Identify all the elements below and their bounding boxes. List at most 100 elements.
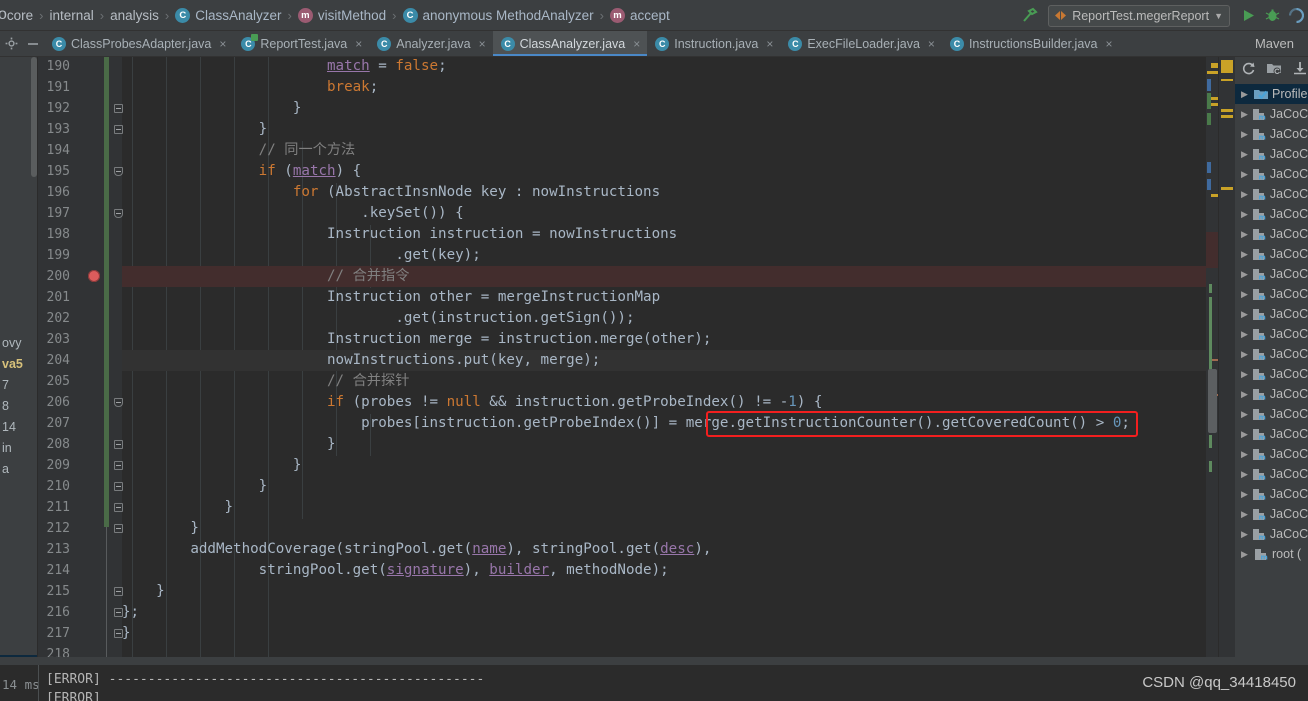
code-line[interactable]: Instruction merge = instruction.merge(ot… — [122, 329, 1218, 350]
minimize-icon[interactable] — [22, 31, 44, 56]
editor-gutter[interactable]: 190 191 192 193 194 195 196 197 198 199 200 201 202 2… — [38, 57, 123, 657]
maven-goal-row[interactable]: ▶ m JaCoC — [1235, 404, 1308, 424]
folder-refresh-icon[interactable] — [1266, 61, 1282, 81]
expand-arrow-icon[interactable]: ▶ — [1241, 269, 1248, 280]
breadcrumb-item-internal[interactable]: internal — [50, 8, 94, 23]
maven-goal-row[interactable]: ▶ m JaCoC — [1235, 104, 1308, 124]
close-icon[interactable]: × — [633, 37, 640, 51]
line-number[interactable]: 199 — [38, 245, 70, 266]
expand-arrow-icon[interactable]: ▶ — [1241, 489, 1248, 500]
build-hammer-icon[interactable] — [1016, 3, 1042, 29]
close-icon[interactable]: × — [479, 37, 486, 51]
expand-arrow-icon[interactable]: ▶ — [1241, 309, 1248, 320]
code-line[interactable]: }; — [122, 602, 1218, 623]
maven-goal-row[interactable]: ▶ m JaCoC — [1235, 384, 1308, 404]
maven-goal-row[interactable]: ▶ m JaCoC — [1235, 184, 1308, 204]
line-number[interactable]: 202 — [38, 308, 70, 329]
breadcrumb-item-anonymous-methodanalyzer[interactable]: Canonymous MethodAnalyzer — [402, 7, 594, 23]
maven-goal-row[interactable]: ▶ m JaCoC — [1235, 284, 1308, 304]
line-number[interactable]: 200 — [38, 266, 70, 287]
breadcrumb-item-core[interactable]: core — [7, 8, 33, 23]
line-number[interactable]: 218 — [38, 644, 70, 657]
left-panel-item[interactable]: in — [0, 438, 37, 459]
expand-arrow-icon[interactable]: ▶ — [1241, 129, 1248, 140]
line-number[interactable]: 207 — [38, 413, 70, 434]
code-line[interactable]: } — [122, 455, 1218, 476]
maven-goals-list[interactable]: ▶ Profile ▶ m JaCoC ▶ m JaCoC ▶ m JaCoC ▶ m JaCoC ▶ m Ja… — [1235, 84, 1308, 657]
debug-icon[interactable] — [1260, 3, 1284, 29]
editor-tab-analyzer[interactable]: C Analyzer.java × — [369, 31, 492, 56]
maven-goal-row[interactable]: ▶ m JaCoC — [1235, 344, 1308, 364]
editor-tab-execfileloader[interactable]: C ExecFileLoader.java × — [780, 31, 942, 56]
line-number[interactable]: 191 — [38, 77, 70, 98]
code-line[interactable]: } — [122, 623, 1218, 644]
breadcrumb-item-analysis[interactable]: analysis — [110, 8, 159, 23]
line-number[interactable]: 206 — [38, 392, 70, 413]
line-number[interactable]: 209 — [38, 455, 70, 476]
maven-goal-row[interactable]: ▶ Profile — [1235, 84, 1308, 104]
line-number[interactable]: 192 — [38, 98, 70, 119]
left-panel-item[interactable]: 8 — [0, 396, 37, 417]
breadcrumb-item-classanalyzer[interactable]: C ClassAnalyzer — [175, 7, 282, 23]
close-icon[interactable]: × — [355, 37, 362, 51]
line-number[interactable]: 213 — [38, 539, 70, 560]
code-line[interactable]: } — [122, 581, 1218, 602]
maven-goal-row[interactable]: ▶ m JaCoC — [1235, 164, 1308, 184]
maven-goal-row[interactable]: ▶ m JaCoC — [1235, 224, 1308, 244]
breadcrumb[interactable]: o core › internal › analysis › C ClassAnalyzer › m… — [0, 6, 670, 24]
editor-tab-instruction[interactable]: C Instruction.java × — [647, 31, 780, 56]
code-line[interactable]: // 合并指令 — [122, 266, 1218, 287]
expand-arrow-icon[interactable]: ▶ — [1241, 149, 1248, 160]
left-panel-item[interactable]: 7 — [0, 375, 37, 396]
left-side-panel[interactable]: ovy va5 7 8 14 in a — [0, 57, 38, 657]
code-line[interactable]: addMethodCoverage(stringPool.get(name), … — [122, 539, 1218, 560]
coverage-icon[interactable] — [1284, 3, 1308, 29]
run-configuration-selector[interactable]: ReportTest.megerReport ▼ — [1048, 4, 1230, 27]
code-line[interactable]: .get(instruction.getSign()); — [122, 308, 1218, 329]
line-number[interactable]: 203 — [38, 329, 70, 350]
expand-arrow-icon[interactable]: ▶ — [1241, 349, 1248, 360]
expand-arrow-icon[interactable]: ▶ — [1241, 389, 1248, 400]
close-icon[interactable]: × — [928, 37, 935, 51]
left-panel-item[interactable]: ovy — [0, 333, 37, 354]
chevron-down-icon[interactable]: ▼ — [1214, 11, 1223, 21]
expand-arrow-icon[interactable]: ▶ — [1241, 249, 1248, 260]
line-number[interactable]: 212 — [38, 518, 70, 539]
code-line[interactable]: } — [122, 476, 1218, 497]
left-panel-scrollbar[interactable] — [31, 57, 37, 177]
editor-tab-reporttest[interactable]: C ReportTest.java × — [233, 31, 369, 56]
line-number[interactable]: 201 — [38, 287, 70, 308]
maven-goal-row[interactable]: ▶ m root ( — [1235, 544, 1308, 564]
breadcrumb-item-truncated[interactable]: o — [0, 6, 7, 24]
code-line[interactable]: } — [122, 497, 1218, 518]
code-line[interactable]: if (match) { — [122, 161, 1218, 182]
download-icon[interactable] — [1292, 61, 1308, 81]
expand-arrow-icon[interactable]: ▶ — [1241, 329, 1248, 340]
maven-goal-row[interactable]: ▶ m JaCoC — [1235, 124, 1308, 144]
code-content[interactable]: match = false; break; } } // 同一个方法 if (m… — [122, 57, 1218, 657]
expand-arrow-icon[interactable]: ▶ — [1241, 289, 1248, 300]
error-stripe[interactable] — [1206, 57, 1218, 657]
expand-arrow-icon[interactable]: ▶ — [1241, 469, 1248, 480]
code-line[interactable]: probes[instruction.getProbeIndex()] = me… — [122, 413, 1218, 434]
editor-scrollbar-thumb[interactable] — [1208, 369, 1217, 433]
refresh-icon[interactable] — [1241, 61, 1256, 81]
expand-arrow-icon[interactable]: ▶ — [1241, 109, 1248, 120]
line-number[interactable]: 193 — [38, 119, 70, 140]
maven-goal-row[interactable]: ▶ m JaCoC — [1235, 364, 1308, 384]
maven-goal-row[interactable]: ▶ m JaCoC — [1235, 504, 1308, 524]
maven-goal-row[interactable]: ▶ m JaCoC — [1235, 484, 1308, 504]
line-number[interactable]: 197 — [38, 203, 70, 224]
close-icon[interactable]: × — [766, 37, 773, 51]
expand-arrow-icon[interactable]: ▶ — [1241, 549, 1250, 560]
line-number[interactable]: 217 — [38, 623, 70, 644]
code-line[interactable]: // 同一个方法 — [122, 140, 1218, 161]
maven-tool-window[interactable]: ▶ Profile ▶ m JaCoC ▶ m JaCoC ▶ m JaCoC ▶ m JaCoC ▶ m Ja… — [1218, 57, 1308, 657]
code-line[interactable]: } — [122, 119, 1218, 140]
expand-arrow-icon[interactable]: ▶ — [1241, 229, 1248, 240]
editor-tab-instructionsbuilder[interactable]: C InstructionsBuilder.java × — [942, 31, 1120, 56]
editor-tab-classanalyzer[interactable]: C ClassAnalyzer.java × — [492, 31, 648, 56]
expand-arrow-icon[interactable]: ▶ — [1241, 89, 1250, 100]
expand-arrow-icon[interactable]: ▶ — [1241, 169, 1248, 180]
code-line[interactable]: for (AbstractInsnNode key : nowInstructi… — [122, 182, 1218, 203]
